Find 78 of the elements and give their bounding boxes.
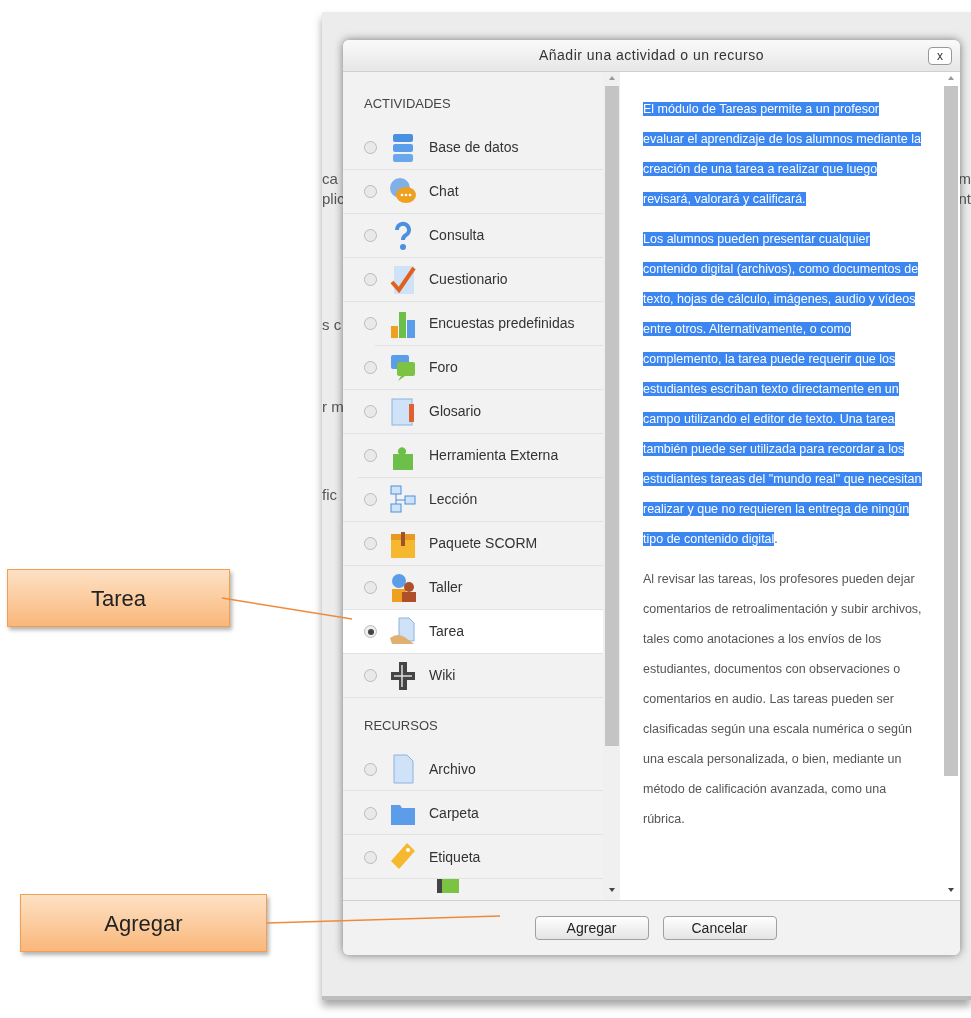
- radio-button[interactable]: [364, 669, 377, 682]
- background-text: fic: [322, 485, 337, 505]
- activity-item[interactable]: Lección: [343, 477, 603, 522]
- section-heading: RECURSOS: [363, 716, 439, 735]
- activity-item[interactable]: Wiki: [343, 653, 603, 698]
- background-text: m: [958, 169, 971, 189]
- activity-item[interactable]: Taller: [343, 565, 603, 610]
- item-label: Consulta: [429, 226, 485, 245]
- activity-item[interactable]: Cuestionario: [343, 257, 603, 302]
- close-button[interactable]: x: [928, 47, 952, 65]
- radio-button[interactable]: [364, 141, 377, 154]
- background-text: s c: [322, 315, 342, 335]
- radio-button[interactable]: [364, 806, 377, 820]
- item-label: Archivo: [429, 759, 476, 779]
- activity-item[interactable]: Herramienta Externa: [343, 433, 603, 478]
- activity-item[interactable]: Consulta: [343, 213, 603, 258]
- add-button[interactable]: Agregar: [534, 916, 649, 940]
- item-label: Tarea: [429, 622, 465, 641]
- activity-item[interactable]: Glosario: [343, 389, 603, 434]
- radio-button[interactable]: [364, 317, 377, 330]
- description-paragraph: El módulo de Tareas permite a un profesor evaluar el aprendizaje de los alumnos mediante la creación de una tarea a realizar que luego revisará, valorará y calificará.: [643, 101, 922, 208]
- radio-button[interactable]: [364, 581, 377, 594]
- background-text: ca: [322, 169, 338, 189]
- activity-item[interactable]: Etiqueta: [343, 835, 603, 879]
- radio-button[interactable]: [364, 449, 377, 462]
- radio-button[interactable]: [364, 537, 377, 550]
- activity-item[interactable]: Encuestas predefinidas: [343, 301, 603, 346]
- flowchart-icon: [389, 483, 417, 516]
- item-label: Herramienta Externa: [429, 446, 559, 465]
- scrollbar-thumb[interactable]: [604, 86, 619, 746]
- scroll-up-icon[interactable]: [608, 76, 615, 80]
- people-icon: [389, 571, 417, 604]
- activity-item[interactable]: Foro: [343, 345, 603, 390]
- partial-item-icon: [437, 879, 459, 893]
- checkmark-document-icon: [389, 263, 417, 296]
- radio-button[interactable]: [364, 185, 377, 198]
- cross-shape-icon: [389, 659, 417, 692]
- item-label: Etiqueta: [429, 847, 481, 867]
- callout-box: Agregar: [20, 894, 267, 952]
- background-text: r m: [322, 397, 344, 417]
- activity-item[interactable]: Chat: [343, 169, 603, 214]
- radio-button[interactable]: [364, 850, 377, 864]
- section-heading: ACTIVIDADES: [363, 95, 452, 113]
- callout-box: Tarea: [7, 569, 230, 627]
- item-label: Base de datos: [429, 138, 519, 157]
- description-paragraph: Los alumnos pueden presentar cualquier contenido digital (archivos), como documentos de texto, hojas de cálculo, imágenes, audio y vídeos entre otros. Alternativamente, o como complemento, la tarea puede requerir que los estudiantes escriban texto directamente en un campo utilizando el editor de texto. Una tarea también puede ser utilizada para recordar a los estudiantes tareas del "mundo real" que necesitan realizar y que no requieren la entrega de ningún tipo de contenido digital.: [643, 231, 922, 548]
- activity-item[interactable]: Base de datos: [343, 125, 603, 170]
- radio-button[interactable]: [364, 405, 377, 418]
- radio-button[interactable]: [364, 273, 377, 286]
- cancel-button[interactable]: Cancelar: [662, 916, 777, 940]
- item-label: Lección: [429, 490, 478, 509]
- description-paragraph: Al revisar las tareas, los profesores pueden dejar comentarios de retroalimentación y subir archivos, tales como anotaciones a los envíos de los estudiantes, documentos con observaciones o comentarios en audio. Las tareas pueden ser clasificadas según una escala numérica o según una escala personalizada, o bien, mediante un método de calificación avanzada, como una rúbrica.: [643, 571, 922, 828]
- item-label: Wiki: [429, 666, 456, 685]
- item-label: Taller: [429, 578, 463, 597]
- background-text: nt: [958, 189, 971, 209]
- background-text: plic: [322, 189, 345, 209]
- item-label: Cuestionario: [429, 270, 508, 289]
- radio-button[interactable]: [364, 361, 377, 374]
- radio-button[interactable]: [364, 493, 377, 506]
- activity-item[interactable]: Archivo: [343, 747, 603, 791]
- activity-item[interactable]: Paquete SCORM: [343, 521, 603, 566]
- scrollbar-thumb[interactable]: [944, 86, 958, 776]
- item-label: Foro: [429, 358, 458, 377]
- scroll-up-icon[interactable]: [948, 76, 954, 80]
- item-label: Glosario: [429, 402, 482, 421]
- item-label: Paquete SCORM: [429, 534, 538, 553]
- radio-button[interactable]: [364, 762, 377, 776]
- document-icon: [389, 395, 417, 428]
- radio-button[interactable]: [364, 229, 377, 242]
- scroll-down-icon[interactable]: [608, 888, 615, 892]
- scroll-down-icon[interactable]: [948, 888, 954, 892]
- activity-item[interactable]: Tarea: [343, 609, 603, 654]
- activity-item[interactable]: Carpeta: [343, 791, 603, 835]
- item-label: Encuestas predefinidas: [429, 314, 575, 333]
- item-label: Carpeta: [429, 803, 479, 823]
- dialog-title: Añadir una actividad o un recurso: [538, 46, 765, 65]
- radio-button[interactable]: [364, 625, 377, 638]
- item-label: Chat: [429, 182, 459, 201]
